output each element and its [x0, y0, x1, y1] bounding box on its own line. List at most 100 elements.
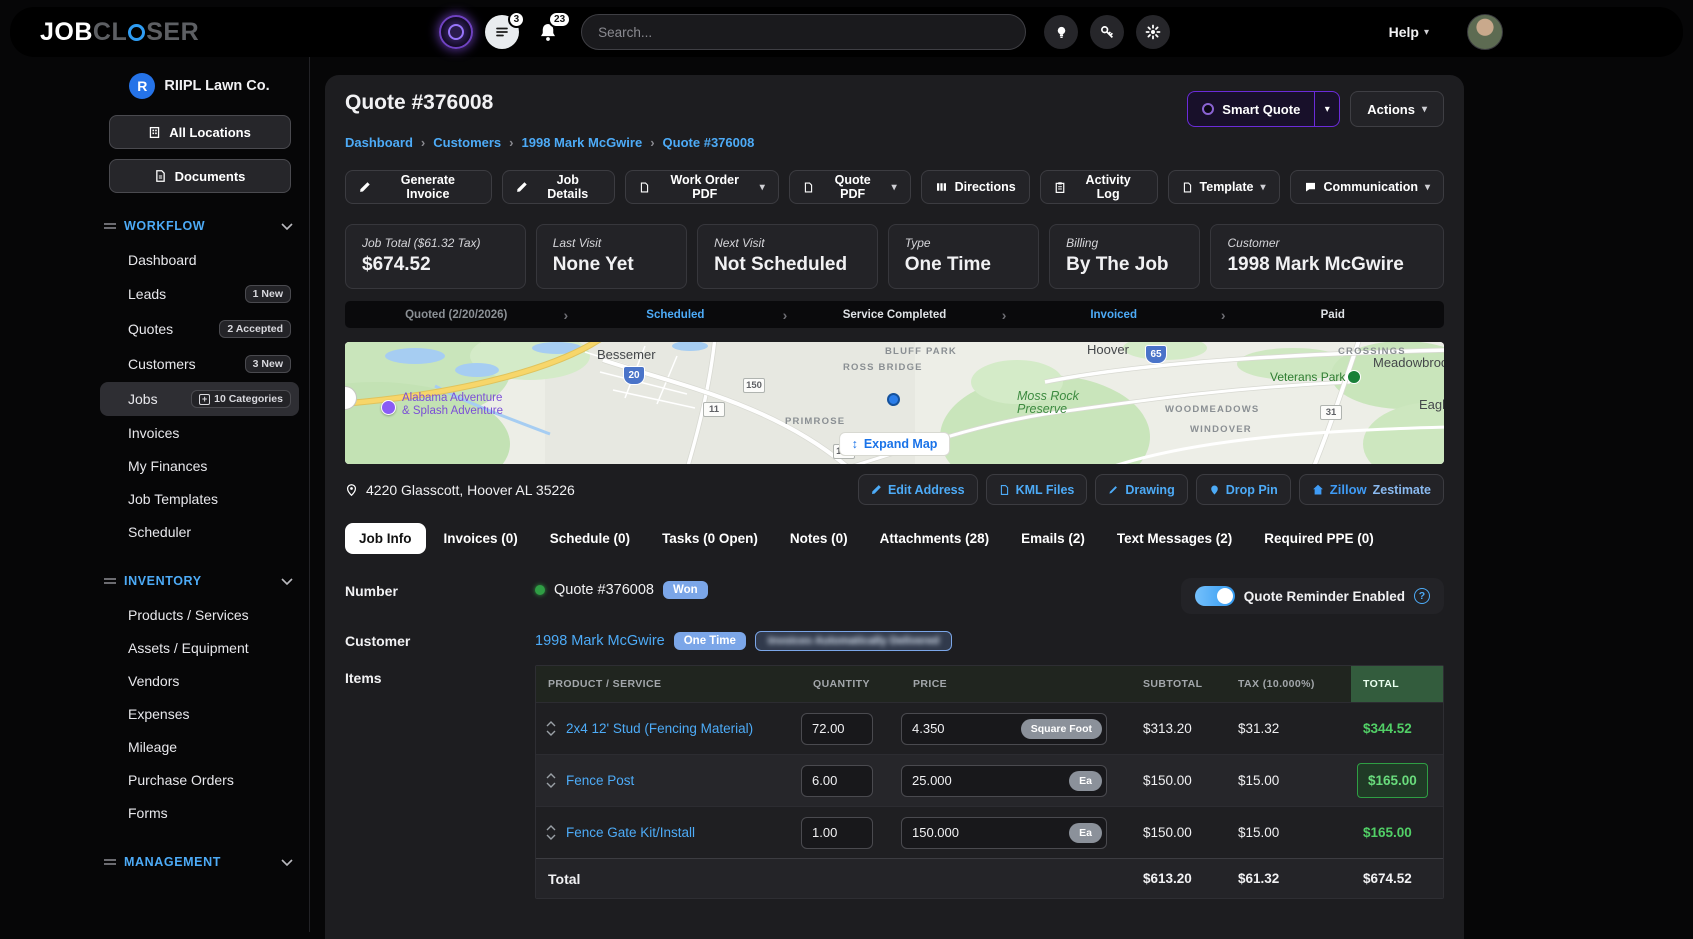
table-header: PRODUCT / SERVICE QUANTITY PRICE SUBTOTA…	[536, 666, 1443, 702]
plus-icon: +	[199, 394, 210, 405]
sidebar-item-jobs[interactable]: Jobs+10 Categories	[100, 382, 299, 416]
smart-quote-button[interactable]: Smart Quote	[1187, 91, 1314, 127]
search-input[interactable]	[581, 14, 1026, 50]
communication-button[interactable]: Communication ▾	[1290, 170, 1444, 204]
stat-label: Next Visit	[714, 236, 861, 250]
sidebar-item-leads[interactable]: Leads1 New	[100, 277, 299, 311]
quantity-input[interactable]	[801, 713, 873, 745]
stat-value: None Yet	[553, 254, 670, 276]
key-button[interactable]	[1090, 15, 1124, 49]
drawing-button[interactable]: Drawing	[1095, 474, 1187, 505]
row-move-down-button[interactable]	[546, 730, 556, 736]
app-logo[interactable]: JOBCLSER	[40, 18, 199, 47]
status-dot-icon	[535, 585, 545, 595]
tab-notes[interactable]: Notes (0)	[776, 523, 862, 554]
quantity-input[interactable]	[801, 817, 873, 849]
help-question-icon[interactable]: ?	[1414, 588, 1430, 604]
product-link[interactable]: 2x4 12' Stud (Fencing Material)	[566, 721, 753, 736]
zillow-zestimate-button[interactable]: Zillow Zestimate	[1299, 474, 1444, 505]
items-row: Items PRODUCT / SERVICE QUANTITY PRICE S…	[345, 665, 1444, 899]
brand-orb-button[interactable]	[439, 15, 473, 49]
generate-invoice-button[interactable]: Generate Invoice	[345, 170, 492, 204]
breadcrumb-customers[interactable]: Customers	[433, 135, 501, 150]
tab-emails[interactable]: Emails (2)	[1007, 523, 1099, 554]
stat-label: Type	[905, 236, 1022, 250]
pipeline-step-invoiced[interactable]: Invoiced	[1006, 309, 1220, 321]
company-avatar: R	[129, 73, 155, 99]
documents-button[interactable]: Documents	[109, 159, 291, 193]
sidebar-item-job-templates[interactable]: Job Templates	[100, 483, 299, 515]
pipeline-step-paid[interactable]: Paid	[1226, 309, 1440, 321]
logo-text-job: JOB	[40, 18, 93, 47]
all-locations-button[interactable]: All Locations	[109, 115, 291, 149]
tab-invoices[interactable]: Invoices (0)	[430, 523, 532, 554]
sidebar-item-scheduler[interactable]: Scheduler	[100, 516, 299, 548]
pipeline-step-quoted[interactable]: Quoted (2/20/2026)	[349, 309, 563, 321]
settings-button[interactable]	[1136, 15, 1170, 49]
row-move-up-button[interactable]	[546, 773, 556, 779]
kml-files-button[interactable]: KML Files	[986, 474, 1088, 505]
tab-schedule[interactable]: Schedule (0)	[536, 523, 644, 554]
sidebar-item-invoices[interactable]: Invoices	[100, 417, 299, 449]
sidebar-item-products-services[interactable]: Products / Services	[100, 599, 299, 631]
item-label: Expenses	[128, 706, 189, 722]
tab-required-ppe[interactable]: Required PPE (0)	[1250, 523, 1388, 554]
breadcrumb-current[interactable]: Quote #376008	[663, 135, 755, 150]
tab-text-messages[interactable]: Text Messages (2)	[1103, 523, 1246, 554]
lightbulb-button[interactable]	[1044, 15, 1078, 49]
item-label: Assets / Equipment	[128, 640, 249, 656]
drop-pin-button[interactable]: Drop Pin	[1196, 474, 1291, 505]
row-move-up-button[interactable]	[546, 825, 556, 831]
file-icon	[999, 484, 1010, 496]
product-link[interactable]: Fence Post	[566, 773, 634, 788]
job-details-button[interactable]: Job Details	[502, 170, 615, 204]
sidebar-item-assets-equipment[interactable]: Assets / Equipment	[100, 632, 299, 664]
map[interactable]: Bessemer 20 Alabama Adventure& Splash Ad…	[345, 342, 1444, 464]
template-button[interactable]: Template ▾	[1168, 170, 1280, 204]
sidebar-item-customers[interactable]: Customers3 New	[100, 347, 299, 381]
activity-log-button[interactable]: Activity Log	[1040, 170, 1158, 204]
sidebar-item-mileage[interactable]: Mileage	[100, 731, 299, 763]
sidebar-item-forms[interactable]: Forms	[100, 797, 299, 829]
item-label: Quotes	[128, 321, 173, 337]
help-menu[interactable]: Help ▾	[1389, 24, 1429, 40]
directions-button[interactable]: Directions	[921, 170, 1030, 204]
quantity-input[interactable]	[801, 765, 873, 797]
breadcrumb-customer-name[interactable]: 1998 Mark McGwire	[522, 135, 643, 150]
sidebar-item-quotes[interactable]: Quotes2 Accepted	[100, 312, 299, 346]
pipeline-step-service-completed[interactable]: Service Completed	[787, 309, 1001, 321]
section-inventory[interactable]: INVENTORY	[100, 562, 299, 598]
actions-button[interactable]: Actions ▾	[1350, 91, 1444, 127]
pipeline-step-scheduled[interactable]: Scheduled	[568, 309, 782, 321]
smart-quote-dropdown-button[interactable]: ▾	[1314, 91, 1340, 127]
sidebar-item-purchase-orders[interactable]: Purchase Orders	[100, 764, 299, 796]
table-row: 2x4 12' Stud (Fencing Material) Square F…	[536, 702, 1443, 754]
table-row: Fence Post Ea $150.00 $15.00 $165.00	[536, 754, 1443, 806]
breadcrumb-dashboard[interactable]: Dashboard	[345, 135, 413, 150]
section-workflow[interactable]: WORKFLOW	[100, 207, 299, 243]
sidebar-item-my-finances[interactable]: My Finances	[100, 450, 299, 482]
customer-link[interactable]: 1998 Mark McGwire	[535, 633, 665, 649]
expand-map-button[interactable]: ↕ Expand Map	[839, 432, 951, 456]
item-label: Job Templates	[128, 491, 218, 507]
notifications-button[interactable]: 23	[531, 15, 565, 49]
row-move-down-button[interactable]	[546, 782, 556, 788]
tab-tasks[interactable]: Tasks (0 Open)	[648, 523, 772, 554]
work-order-pdf-button[interactable]: Work Order PDF ▾	[625, 170, 779, 204]
product-link[interactable]: Fence Gate Kit/Install	[566, 825, 695, 840]
sidebar-item-expenses[interactable]: Expenses	[100, 698, 299, 730]
key-icon	[1100, 25, 1115, 40]
quote-reminder-toggle[interactable]	[1195, 586, 1235, 606]
user-avatar[interactable]	[1467, 14, 1503, 50]
row-move-up-button[interactable]	[546, 721, 556, 727]
tab-job-info[interactable]: Job Info	[345, 523, 426, 554]
sidebar-item-vendors[interactable]: Vendors	[100, 665, 299, 697]
company-switcher[interactable]: R RIIPL Lawn Co.	[100, 73, 299, 99]
tab-attachments[interactable]: Attachments (28)	[866, 523, 1004, 554]
row-move-down-button[interactable]	[546, 834, 556, 840]
section-management[interactable]: MANAGEMENT	[100, 843, 299, 879]
queue-button[interactable]: 3	[485, 15, 519, 49]
edit-address-button[interactable]: Edit Address	[858, 474, 978, 505]
sidebar-item-dashboard[interactable]: Dashboard	[100, 244, 299, 276]
quote-pdf-button[interactable]: Quote PDF ▾	[789, 170, 911, 204]
